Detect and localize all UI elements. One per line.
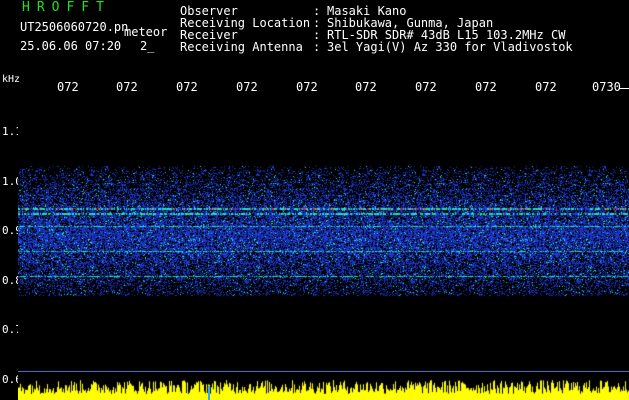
spectrogram-canvas [18, 96, 629, 400]
count-label: 2_ [140, 39, 155, 53]
antenna-colon: : [313, 40, 321, 54]
time-tick-label: 072 [176, 80, 198, 94]
time-tick-label: 0730 [592, 80, 621, 94]
meteor-label: meteor [124, 25, 168, 39]
baseline-line [18, 371, 629, 372]
spectrogram-area [18, 96, 629, 400]
time-tick-label: 072 [116, 80, 138, 94]
time-tick-label: 072 [535, 80, 557, 94]
time-tick-label: 072 [236, 80, 258, 94]
antenna-value: 3el Yagi(V) Az 330 for Vladivostok [327, 40, 573, 54]
time-tick-label: 072 [415, 80, 437, 94]
app-title: HROFFT [22, 0, 111, 15]
time-tick-label: 072 [57, 80, 79, 94]
y-unit-label: kHz [2, 74, 21, 85]
time-marker [208, 386, 210, 400]
time-tick-label: 072 [296, 80, 318, 94]
hrofft-window: HROFFT UT2506060720.pn meteor 25.06.06 0… [0, 0, 629, 400]
time-tick-label: 072 [355, 80, 377, 94]
antenna-label: Receiving Antenna [180, 40, 303, 54]
filename-label: UT2506060720.pn [20, 20, 129, 34]
time-tick-label: 072 [475, 80, 497, 94]
timestamp-label: 25.06.06 07:20 [20, 39, 122, 53]
